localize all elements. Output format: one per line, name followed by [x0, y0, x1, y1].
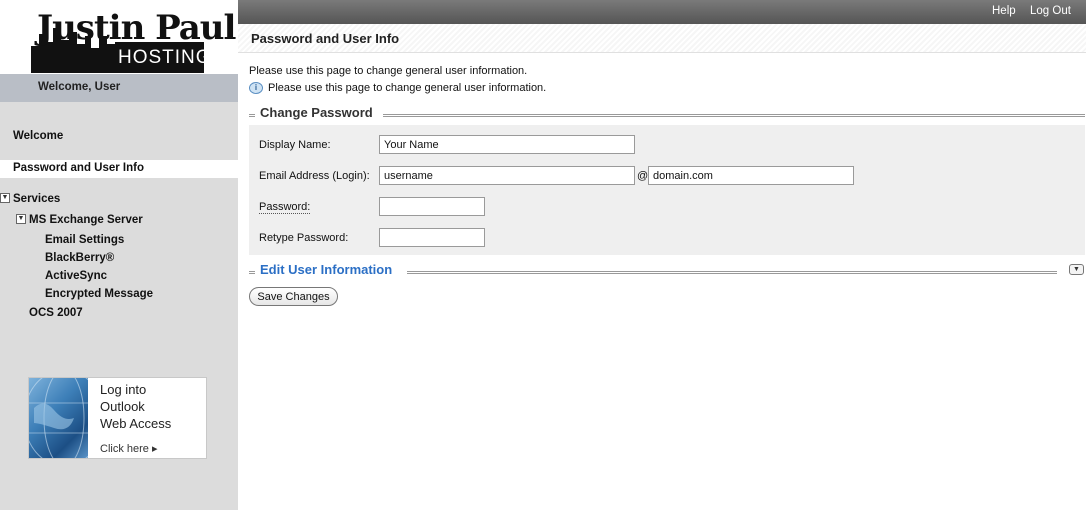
page-header: Password and User Info — [238, 24, 1086, 53]
display-name-label: Display Name: — [259, 139, 331, 151]
welcome-bar: Welcome, User — [0, 74, 238, 102]
password-label[interactable]: Password: — [259, 201, 311, 214]
display-name-field[interactable] — [379, 135, 635, 154]
top-bar: Help Log Out — [238, 0, 1086, 24]
edit-user-info-title[interactable]: Edit User Information — [260, 262, 399, 277]
nav-item-services[interactable]: ▼ Services — [0, 192, 238, 205]
info-bubble-icon: i — [249, 82, 263, 95]
globe-icon — [29, 378, 88, 458]
logo-subtitle: HOSTING — [118, 47, 212, 68]
owa-click-here-link[interactable]: Click here ▸ — [100, 442, 157, 455]
sidebar: Justin Paul HOSTING Welcome, User Welcom… — [0, 0, 238, 510]
email-domain-field[interactable] — [648, 166, 854, 185]
owa-line2: Outlook — [100, 399, 145, 414]
owa-banner[interactable]: Log into Outlook Web Access Click here ▸ — [28, 377, 207, 459]
retype-password-label: Retype Password: — [259, 232, 349, 244]
info-text: Please use this page to change general u… — [249, 65, 528, 77]
divider — [383, 114, 1085, 117]
logo[interactable]: Justin Paul HOSTING — [31, 6, 236, 73]
main-content: Please use this page to change general u… — [238, 53, 1086, 510]
divider — [249, 114, 255, 117]
nav-exchange-label: MS Exchange Server — [29, 214, 143, 226]
nav-services-label: Services — [13, 193, 61, 205]
info-message: i Please use this page to change general … — [249, 82, 547, 95]
logout-link[interactable]: Log Out — [1030, 5, 1071, 17]
change-password-title: Change Password — [260, 105, 379, 120]
nav-item-exchange[interactable]: ▼ MS Exchange Server — [16, 213, 254, 226]
owa-banner-text: Log into Outlook Web Access — [100, 381, 171, 432]
retype-password-field[interactable] — [379, 228, 485, 247]
owa-line3: Web Access — [100, 416, 172, 431]
nav-item-ocs[interactable]: OCS 2007 — [29, 307, 267, 319]
logo-title: Justin Paul — [37, 8, 236, 48]
change-password-header: Change Password — [249, 105, 1085, 123]
chevron-down-icon[interactable]: ▼ — [16, 213, 26, 224]
nav-item-welcome[interactable]: Welcome — [13, 130, 251, 142]
divider — [249, 271, 255, 274]
info-message-text: Please use this page to change general u… — [268, 82, 547, 94]
save-changes-button[interactable]: Save Changes — [249, 287, 338, 306]
help-link[interactable]: Help — [992, 5, 1016, 17]
owa-line1: Log into — [100, 382, 147, 397]
email-label: Email Address (Login): — [259, 170, 370, 182]
change-password-form: Display Name: Email Address (Login): @ P… — [249, 125, 1085, 255]
nav-item-password-user-info[interactable]: Password and User Info — [0, 160, 238, 178]
welcome-text: Welcome, User — [38, 81, 121, 93]
chevron-down-icon[interactable]: ▼ — [0, 192, 10, 203]
at-sign: @ — [637, 170, 649, 182]
email-username-field[interactable] — [379, 166, 635, 185]
edit-user-info-header[interactable]: Edit User Information ▼ — [249, 262, 1085, 280]
divider — [407, 271, 1057, 274]
password-field[interactable] — [379, 197, 485, 216]
logo-area: Justin Paul HOSTING — [0, 0, 238, 74]
page-title: Password and User Info — [251, 31, 400, 46]
chevron-down-icon[interactable]: ▼ — [1069, 264, 1084, 275]
